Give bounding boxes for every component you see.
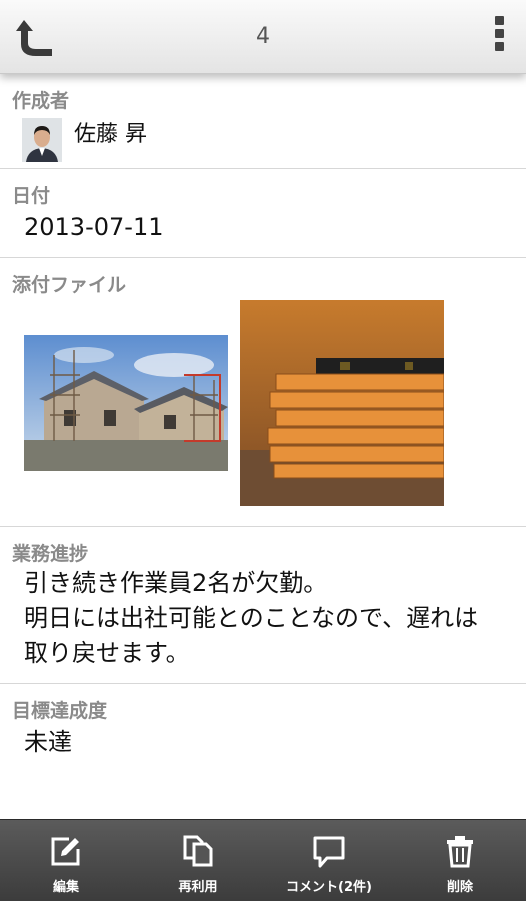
comment-label: コメント(2件) (286, 880, 372, 895)
progress-text-line-3: 取り戻せます。 (24, 639, 190, 667)
delete-label: 削除 (446, 880, 473, 895)
progress-section: 業務進捗 引き続き作業員2名が欠勤。 明日には出社可能とのことなので、遅れは 取… (0, 527, 526, 684)
edit-label: 編集 (52, 880, 79, 895)
date-value: 2013-07-11 (24, 213, 164, 241)
reuse-label: 再利用 (178, 880, 218, 895)
delete-button[interactable]: 削除 (405, 820, 515, 901)
reuse-button[interactable]: 再利用 (143, 820, 253, 901)
header-bar: 4 (0, 0, 526, 74)
attachments-section: 添付ファイル (0, 258, 526, 527)
edit-button[interactable]: 編集 (11, 820, 121, 901)
author-name: 佐藤 昇 (74, 122, 147, 147)
avatar (22, 118, 62, 162)
progress-text-line-2: 明日には出社可能とのことなので、遅れは (24, 604, 479, 632)
overflow-menu-icon[interactable] (492, 16, 506, 56)
achievement-value: 未達 (24, 728, 72, 756)
comment-bubble-icon (311, 834, 347, 874)
edit-icon (49, 834, 83, 872)
progress-label: 業務進捗 (12, 543, 89, 565)
date-section: 日付 2013-07-11 (0, 169, 526, 258)
trash-icon (444, 834, 476, 872)
date-label: 日付 (12, 185, 51, 207)
page-title: 4 (256, 24, 270, 49)
comment-button[interactable]: コメント(2件) (274, 820, 384, 901)
attachment-thumbnail-lumber[interactable] (240, 300, 444, 506)
author-label: 作成者 (12, 90, 70, 112)
achievement-label: 目標達成度 (12, 700, 108, 722)
progress-text-line-1: 引き続き作業員2名が欠勤。 (24, 569, 328, 597)
achievement-section: 目標達成度 未達 (0, 684, 526, 819)
copy-icon (181, 834, 215, 872)
attachment-thumbnail-house[interactable] (24, 335, 228, 471)
attachments-label: 添付ファイル (12, 274, 127, 296)
bottom-toolbar: 編集 再利用 コメント(2件) 削除 (0, 819, 526, 901)
author-section: 作成者 佐藤 昇 (0, 74, 526, 169)
